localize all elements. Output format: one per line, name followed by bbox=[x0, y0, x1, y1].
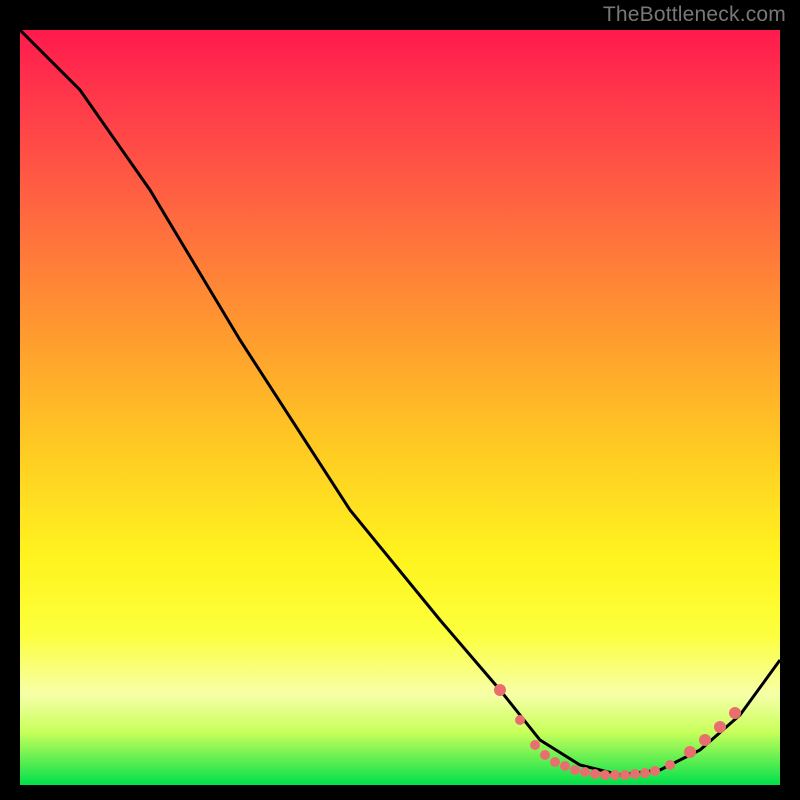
marker-dot bbox=[699, 734, 711, 746]
marker-dot bbox=[540, 750, 550, 760]
chart-svg bbox=[20, 30, 780, 785]
marker-dot bbox=[650, 766, 660, 776]
chart-plot-area bbox=[20, 30, 780, 785]
marker-dot bbox=[570, 765, 580, 775]
marker-dot bbox=[580, 767, 590, 777]
marker-dot bbox=[515, 715, 525, 725]
curve-path bbox=[20, 30, 780, 775]
marker-dot bbox=[610, 770, 620, 780]
marker-dot bbox=[530, 740, 540, 750]
marker-group bbox=[494, 684, 741, 780]
marker-dot bbox=[714, 721, 726, 733]
marker-dot bbox=[494, 684, 506, 696]
marker-dot bbox=[620, 770, 630, 780]
marker-dot bbox=[684, 746, 696, 758]
marker-dot bbox=[590, 769, 600, 779]
marker-dot bbox=[600, 770, 610, 780]
marker-dot bbox=[560, 761, 570, 771]
marker-dot bbox=[729, 707, 741, 719]
chart-frame: TheBottleneck.com bbox=[0, 0, 800, 800]
marker-dot bbox=[550, 757, 560, 767]
watermark-text: TheBottleneck.com bbox=[603, 3, 786, 27]
marker-dot bbox=[630, 769, 640, 779]
marker-dot bbox=[640, 768, 650, 778]
marker-dot bbox=[665, 760, 675, 770]
